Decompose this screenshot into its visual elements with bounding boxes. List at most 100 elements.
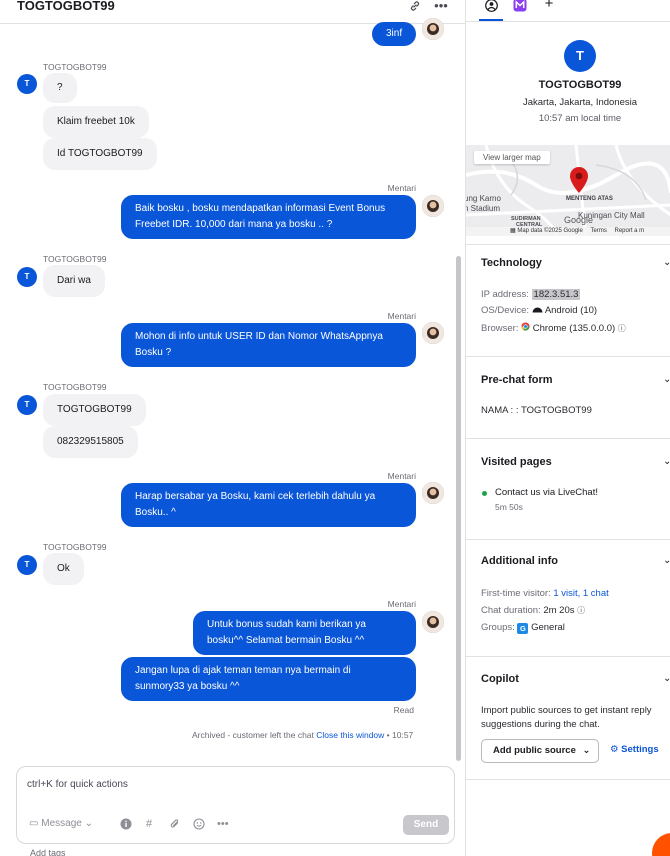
os-device-row: OS/Device: Android (10) xyxy=(481,305,597,316)
agent-message: Mohon di info untuk USER ID dan Nomor Wh… xyxy=(121,323,416,367)
customer-location: Jakarta, Jakarta, Indonesia xyxy=(522,97,638,108)
emoji-icon[interactable] xyxy=(193,818,205,833)
agent-message: Baik bosku , bosku mendapatkan informasi… xyxy=(121,195,416,239)
browser-label: Browser: xyxy=(481,323,519,334)
message-type-dropdown[interactable]: ▭ Message ⌄ xyxy=(29,818,93,829)
prechat-form-section: Pre-chat form ⌄ NAMA : : TOGTOGBOT99 xyxy=(466,356,670,438)
map-label: MENTENG ATAS xyxy=(566,196,613,202)
agent-message: Jangan lupa di ajak teman teman nya berm… xyxy=(121,657,416,701)
chrome-icon xyxy=(521,322,533,334)
add-source-label: Add public source xyxy=(493,745,576,756)
map-label: n Stadium xyxy=(466,204,501,213)
info-icon[interactable] xyxy=(120,818,132,833)
google-logo: Google xyxy=(564,215,594,225)
chevron-down-icon: ⌄ xyxy=(84,818,93,829)
attachment-icon[interactable] xyxy=(169,818,181,833)
map-data-text: Map data ©2025 Google xyxy=(517,228,583,234)
add-public-source-button[interactable]: Add public source ⌄ xyxy=(481,739,599,763)
chat-pane: TOGTOGBOT99 ••• 3inf TOGTOGBOT99 T ? Kla… xyxy=(0,0,465,856)
keyboard-shortcuts-icon[interactable]: ▦ xyxy=(510,228,516,234)
agent-sender-name: Mentari xyxy=(387,599,416,609)
chevron-down-icon[interactable]: ⌄ xyxy=(663,257,670,268)
message-composer[interactable]: ctrl+K for quick actions ▭ Message ⌄ # •… xyxy=(16,766,455,844)
chat-header: TOGTOGBOT99 ••• xyxy=(0,0,465,24)
more-actions-icon[interactable]: ••• xyxy=(217,818,229,830)
customer-sender-name: TOGTOGBOT99 xyxy=(43,254,107,264)
first-time-visitor-row: First-time visitor: 1 visit, 1 chat xyxy=(481,588,609,599)
copilot-settings-button[interactable]: ⚙ Settings xyxy=(610,744,659,755)
view-larger-map-link[interactable]: View larger map xyxy=(474,151,550,164)
customer-sender-name: TOGTOGBOT99 xyxy=(43,542,107,552)
agent-avatar xyxy=(422,195,444,217)
agent-message: 3inf xyxy=(372,22,417,46)
customer-name: TOGTOGBOT99 xyxy=(538,79,622,91)
archived-notice: Archived - customer left the chat Close … xyxy=(192,730,413,740)
chat-scrollbar[interactable] xyxy=(456,256,461,761)
groups-row: Groups: G General xyxy=(481,622,565,634)
details-tabs: + xyxy=(466,0,670,22)
copilot-description: Import public sources to get instant rep… xyxy=(481,705,652,730)
app-tab-icon[interactable] xyxy=(512,0,528,12)
composer-placeholder: ctrl+K for quick actions xyxy=(27,779,128,790)
duration-value: 2m 20s xyxy=(543,605,575,616)
location-map[interactable]: View larger map MENTENG ATAS Kuningan Ci… xyxy=(466,145,670,236)
livechat-app: TOGTOGBOT99 ••• 3inf TOGTOGBOT99 T ? Kla… xyxy=(0,0,670,856)
active-tab-indicator xyxy=(479,19,503,21)
map-terms-link[interactable]: Terms xyxy=(590,228,606,234)
online-dot-icon xyxy=(482,491,487,496)
chevron-down-icon[interactable]: ⌄ xyxy=(663,555,670,566)
section-title: Pre-chat form xyxy=(481,374,553,386)
more-options-icon[interactable]: ••• xyxy=(432,0,450,14)
chevron-down-icon[interactable]: ⌄ xyxy=(663,374,670,385)
customer-message: ? xyxy=(43,73,77,103)
prechat-field: NAMA : : TOGTOGBOT99 xyxy=(481,405,592,416)
ip-address-row: IP address: 182.3.51.3 xyxy=(481,289,581,300)
section-title: Copilot xyxy=(481,673,519,685)
additional-info-section: Additional info ⌄ First-time visitor: 1 … xyxy=(466,539,670,656)
technology-section: Technology ⌄ IP address: 182.3.51.3 OS/D… xyxy=(466,244,670,356)
browser-value: Chrome (135.0.0.0) xyxy=(532,323,616,334)
customer-local-time: 10:57 am local time xyxy=(538,113,622,124)
customer-avatar: T xyxy=(17,74,37,94)
map-report-link[interactable]: Report a m xyxy=(615,228,645,234)
chevron-down-icon[interactable]: ⌄ xyxy=(663,673,670,684)
archived-time: • 10:57 xyxy=(386,730,414,740)
groups-label: Groups: xyxy=(481,622,515,633)
chevron-down-icon: ⌄ xyxy=(582,745,591,756)
add-tab-icon[interactable]: + xyxy=(541,0,557,12)
agent-sender-name: Mentari xyxy=(387,471,416,481)
customer-message: Dari wa xyxy=(43,265,105,297)
map-label: ung Karno xyxy=(466,194,501,203)
chevron-down-icon[interactable]: ⌄ xyxy=(663,456,670,467)
os-value: Android (10) xyxy=(544,305,598,316)
agent-avatar xyxy=(422,322,444,344)
hashtag-icon[interactable]: # xyxy=(146,818,152,830)
visited-page-link[interactable]: Contact us via LiveChat! xyxy=(495,487,598,498)
visited-duration: 5m 50s xyxy=(495,502,523,512)
customer-message: Ok xyxy=(43,553,84,585)
settings-label: Settings xyxy=(621,744,659,755)
agent-sender-name: Mentari xyxy=(387,311,416,321)
os-label: OS/Device: xyxy=(481,305,530,316)
section-title: Visited pages xyxy=(481,456,552,468)
chat-title: TOGTOGBOT99 xyxy=(17,0,115,13)
customer-info-tab-icon[interactable] xyxy=(483,0,499,13)
info-icon[interactable]: ⓘ xyxy=(618,324,626,333)
map-attribution: ▦ Map data ©2025 Google Terms Report a m xyxy=(510,227,644,234)
send-button[interactable]: Send xyxy=(403,815,449,835)
first-time-label: First-time visitor: xyxy=(481,588,551,599)
ip-label: IP address: xyxy=(481,289,529,300)
customer-sender-name: TOGTOGBOT99 xyxy=(43,62,107,72)
customer-avatar: T xyxy=(17,395,37,415)
first-time-value[interactable]: 1 visit, 1 chat xyxy=(553,588,608,599)
customer-message: 082329515805 xyxy=(43,426,138,458)
help-fab-button[interactable] xyxy=(652,833,670,856)
map-pin-icon xyxy=(570,167,588,193)
duration-label: Chat duration: xyxy=(481,605,541,616)
agent-message: Harap bersabar ya Bosku, kami cek terleb… xyxy=(121,483,416,527)
info-icon[interactable]: ⓘ xyxy=(577,606,585,615)
add-tags-button[interactable]: Add tags xyxy=(30,848,66,856)
link-icon[interactable] xyxy=(406,0,424,14)
agent-sender-name: Mentari xyxy=(387,183,416,193)
close-window-link[interactable]: Close this window xyxy=(316,730,384,740)
